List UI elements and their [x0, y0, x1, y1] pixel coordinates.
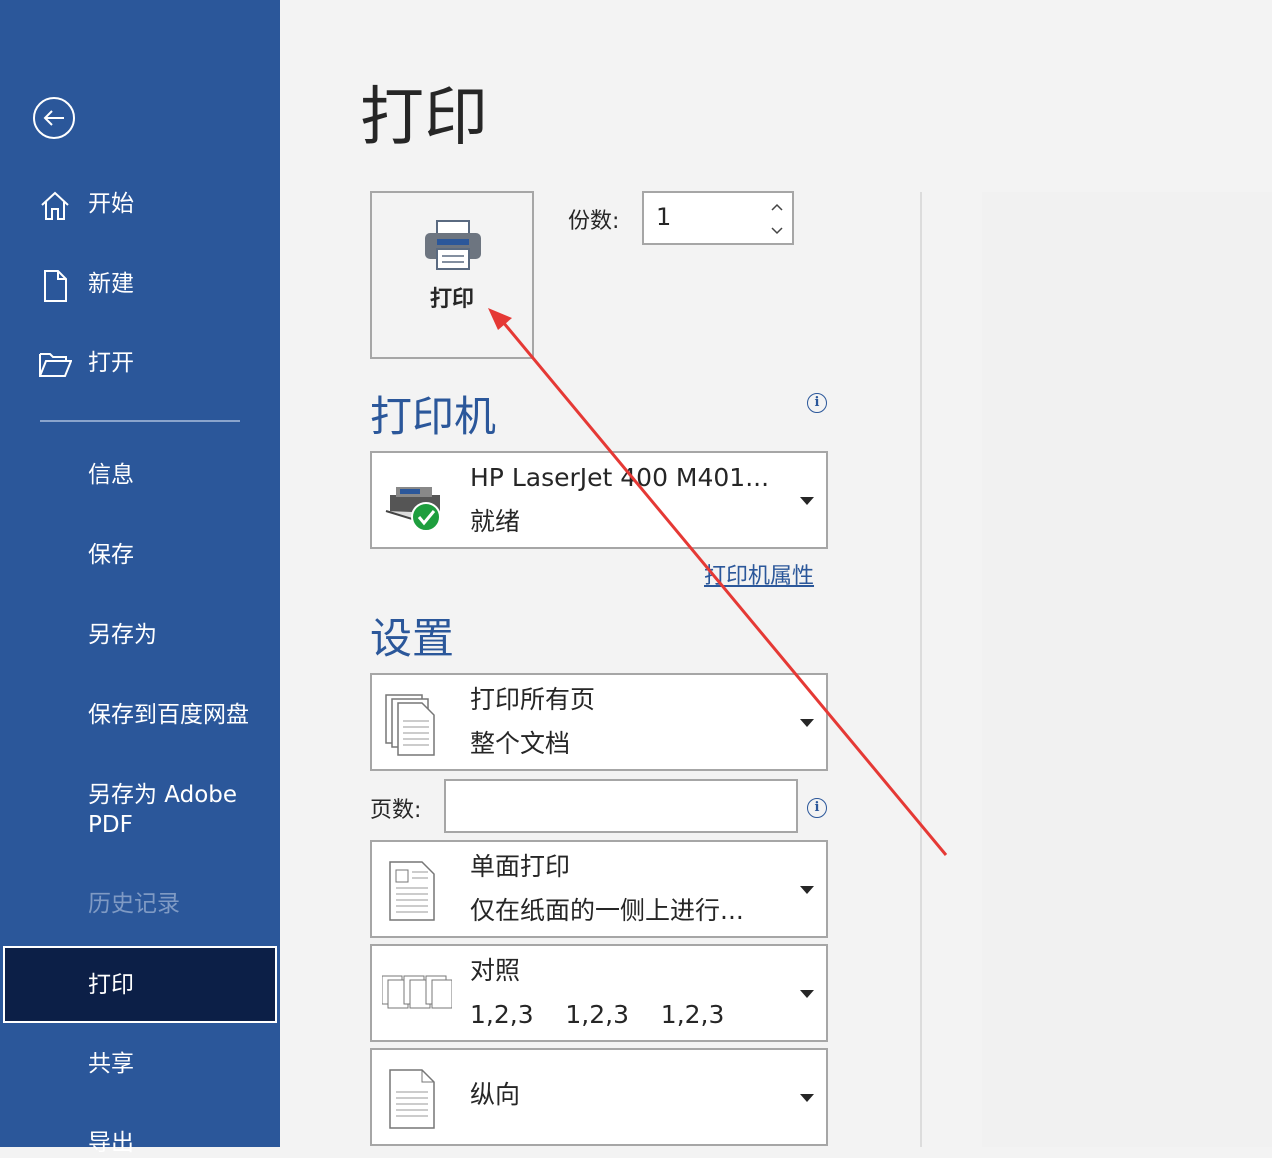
portrait-page-icon [389, 1069, 435, 1129]
print-range-title: 打印所有页 [470, 685, 596, 714]
page-title: 打印 [360, 81, 488, 155]
printer-ready-icon [385, 487, 441, 532]
printer-section-title: 打印机 [370, 392, 497, 441]
chevron-up-icon[interactable] [770, 201, 784, 213]
chevron-down-icon[interactable] [770, 225, 784, 237]
sidebar-item-label: 信息 [88, 462, 134, 488]
pages-input[interactable] [444, 779, 798, 833]
print-panel: 打印 打印 份数: 1 打印机 i HP LaserJet 400 M401..… [280, 0, 1272, 1147]
sidebar-item-home[interactable]: 开始 [0, 189, 280, 223]
sidebar-item-label: 打印 [88, 972, 134, 998]
copies-stepper[interactable]: 1 [642, 191, 794, 245]
collate-title: 对照 [470, 956, 521, 985]
print-button[interactable]: 打印 [370, 191, 534, 359]
caret-down-icon [800, 886, 814, 894]
info-icon[interactable]: i [807, 798, 827, 818]
orientation-title: 纵向 [470, 1080, 521, 1109]
sides-title: 单面打印 [470, 852, 571, 881]
sidebar-item-label: 导出 [88, 1130, 134, 1156]
copies-label: 份数: [568, 209, 620, 234]
printer-properties-link[interactable]: 打印机属性 [704, 558, 814, 590]
sidebar-item-label: 历史记录 [88, 891, 180, 917]
pages-label: 页数: [370, 798, 422, 823]
sides-subtitle: 仅在纸面的一侧上进行... [470, 896, 744, 925]
collate-subtitle: 1,2,3 1,2,3 1,2,3 [470, 1000, 725, 1029]
print-button-label: 打印 [429, 287, 474, 312]
folder-open-icon [39, 353, 72, 377]
settings-section-title: 设置 [370, 614, 455, 663]
printer-name: HP LaserJet 400 M401... [470, 463, 770, 492]
pages-stack-icon [385, 694, 435, 756]
caret-down-icon [800, 719, 814, 727]
preview-divider [920, 192, 922, 1147]
sidebar-item-label: 打开 [88, 350, 134, 376]
sidebar-item-label: 保存 [88, 542, 134, 568]
sidebar-item-label: 另存为 Adobe PDF [88, 782, 238, 838]
print-preview-area [982, 192, 1272, 1147]
sidebar-item-open[interactable]: 打开 [0, 348, 280, 382]
orientation-dropdown[interactable]: 纵向 [370, 1048, 828, 1146]
copies-value: 1 [656, 203, 672, 231]
collated-pages-icon [382, 975, 452, 1009]
sidebar-divider [40, 420, 240, 422]
sidebar-item-new[interactable]: 新建 [0, 269, 280, 303]
print-range-subtitle: 整个文档 [470, 729, 571, 758]
printer-status: 就绪 [470, 507, 521, 536]
print-range-dropdown[interactable]: 打印所有页 整个文档 [370, 673, 828, 771]
sidebar-item-label: 新建 [88, 271, 134, 297]
collate-dropdown[interactable]: 对照 1,2,3 1,2,3 1,2,3 [370, 944, 828, 1042]
sides-dropdown[interactable]: 单面打印 仅在纸面的一侧上进行... [370, 840, 828, 938]
printer-icon [425, 220, 481, 270]
sidebar-item-label: 开始 [88, 191, 134, 217]
back-button[interactable] [33, 97, 75, 139]
new-document-icon [44, 270, 67, 302]
sidebar-item-label: 共享 [88, 1051, 134, 1077]
caret-down-icon [800, 497, 814, 505]
arrow-left-icon [43, 110, 64, 126]
info-icon[interactable]: i [807, 393, 827, 413]
backstage-sidebar: 开始 新建 打开 信息 保存 另存为 保存到百度网盘 另存为 Adobe PDF… [0, 0, 280, 1156]
caret-down-icon [800, 1094, 814, 1102]
sidebar-item-print[interactable]: 打印 [3, 946, 277, 1023]
sidebar-item-label: 保存到百度网盘 [88, 702, 249, 728]
caret-down-icon [800, 990, 814, 998]
printer-dropdown[interactable]: HP LaserJet 400 M401... 就绪 [370, 451, 828, 549]
home-icon [41, 191, 69, 220]
single-sided-icon [389, 861, 435, 921]
sidebar-item-label: 另存为 [88, 622, 157, 648]
